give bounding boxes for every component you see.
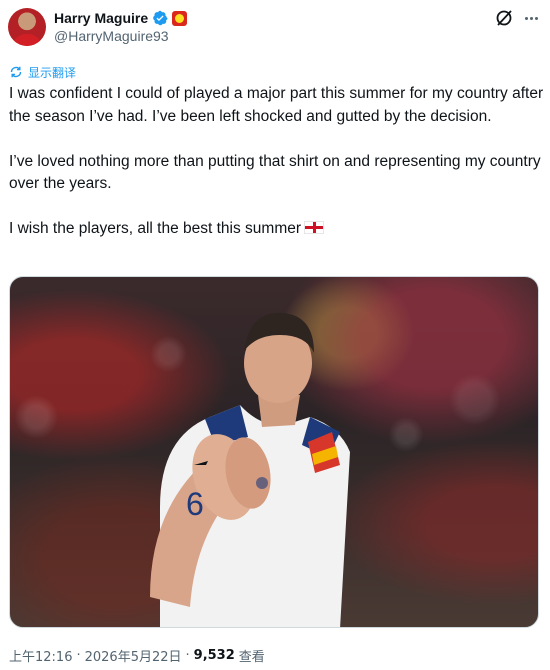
translate-label: 显示翻译 — [28, 65, 77, 80]
tweet-photo[interactable]: 6 — [9, 276, 539, 628]
meta-separator: · — [76, 647, 81, 663]
grok-icon[interactable] — [494, 8, 514, 28]
club-badge-icon[interactable] — [172, 10, 188, 26]
tweet-text: I was confident I could of played a majo… — [9, 83, 545, 263]
tweet-paragraph: I was confident I could of played a majo… — [9, 85, 544, 125]
tweet-paragraph-last: I wish the players, all the best this su… — [9, 218, 545, 241]
player-illustration: 6 — [150, 312, 350, 627]
more-icon[interactable] — [520, 8, 542, 28]
england-flag-icon — [304, 221, 325, 234]
views-count[interactable]: 9,532 — [194, 648, 235, 663]
shirt-number: 6 — [186, 486, 204, 522]
show-translation-link[interactable]: 显示翻译 — [9, 64, 76, 80]
tweet-date[interactable]: 2026年5月22日 — [85, 646, 182, 665]
translate-icon — [10, 66, 22, 78]
tweet-time[interactable]: 上午12:16 — [9, 646, 72, 665]
author-name-row: Harry Maguire — [54, 9, 188, 27]
verified-badge-icon[interactable] — [152, 10, 168, 26]
meta-separator: · — [185, 647, 190, 663]
tweet-paragraph: I’ve loved nothing more than putting tha… — [9, 152, 541, 193]
avatar[interactable] — [8, 8, 46, 46]
tweet-paragraph-text: I wish the players, all the best this su… — [9, 220, 302, 237]
author-name[interactable]: Harry Maguire — [54, 10, 148, 26]
author-handle[interactable]: @HarryMaguire93 — [54, 28, 169, 44]
tweet-header: Harry Maguire @HarryMaguire93 — [0, 0, 550, 58]
views-label: 查看 — [238, 649, 265, 665]
tweet-meta: 上午12:16 · 2026年5月22日 · 9,532 查看 — [9, 646, 265, 665]
